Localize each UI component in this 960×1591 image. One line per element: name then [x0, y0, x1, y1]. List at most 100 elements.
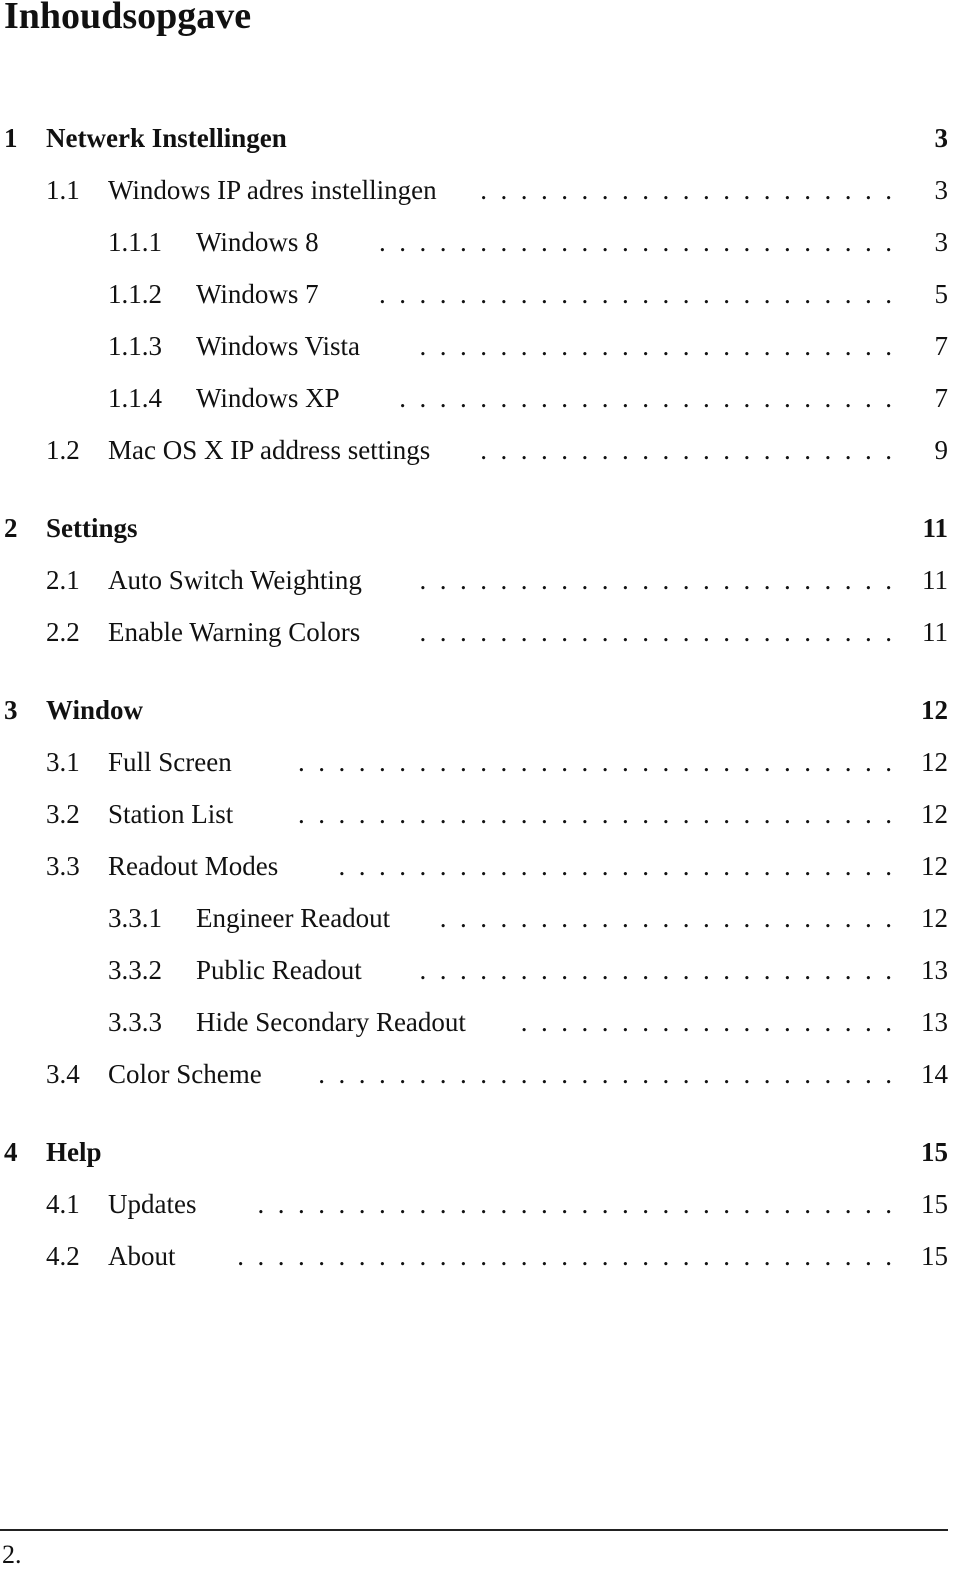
toc-entry-page-number[interactable]: 13	[921, 1007, 948, 1038]
toc-entry-number: 3.3.1	[108, 902, 162, 933]
toc-entry-page-number[interactable]: 15	[921, 1241, 948, 1272]
toc-entry-number: 4	[4, 1136, 18, 1167]
toc-entry-title[interactable]: Mac OS X IP address settings	[108, 435, 430, 466]
toc-dot-leader: . . . . . . . . . . . . . . . . . . . . …	[338, 850, 893, 881]
toc-section-entry[interactable]: 2.2 Enable Warning Colors . . . . . . . . …	[0, 606, 948, 658]
toc-entry-number: 3	[4, 694, 18, 725]
toc-entry-title[interactable]: Windows IP adres instellingen	[108, 175, 437, 206]
toc-entry-title[interactable]: Help	[46, 1137, 102, 1168]
page-title: Inhoudsopgave	[4, 0, 252, 37]
toc-entry-number: 1.1.3	[108, 330, 162, 361]
toc-entry-title[interactable]: Settings	[46, 513, 138, 544]
toc-entry-number: 1	[4, 122, 18, 153]
toc-entry-number: 2.2	[46, 616, 80, 647]
toc-dot-leader: . . . . . . . . . . . . . . . . . . . . …	[480, 174, 892, 205]
toc-entry-page-number[interactable]: 3	[935, 175, 949, 206]
toc-section-entry[interactable]: 4.2 About . . . . . . . . . . . . . . . . …	[0, 1230, 948, 1282]
toc-entry-title[interactable]: Readout Modes	[108, 851, 278, 882]
toc-section-entry[interactable]: 3.4 Color Scheme . . . . . . . . . . . . .…	[0, 1048, 948, 1100]
toc-dot-leader: . . . . . . . . . . . . . . . . . . . . …	[318, 1058, 892, 1089]
toc-subsection-entry[interactable]: 1.1.2 Windows 7 . . . . . . . . . . . . . …	[0, 268, 948, 320]
toc-entry-title[interactable]: Full Screen	[108, 747, 232, 778]
toc-entry-page-number[interactable]: 12	[921, 747, 948, 778]
toc-entry-title[interactable]: Netwerk Instellingen	[46, 123, 287, 154]
toc-section-entry[interactable]: 3.1 Full Screen . . . . . . . . . . . . . …	[0, 736, 948, 788]
toc-dot-leader: . . . . . . . . . . . . . . . . . . . . …	[419, 330, 893, 361]
toc-entry-page-number[interactable]: 14	[921, 1059, 948, 1090]
toc-entry-number: 1.2	[46, 434, 80, 465]
toc-chapter-entry[interactable]: 2 Settings 11	[0, 502, 948, 554]
toc-dot-leader: . . . . . . . . . . . . . . . . . . . . …	[237, 1240, 892, 1271]
toc-entry-page-number[interactable]: 12	[921, 851, 948, 882]
toc-entry-title[interactable]: About	[108, 1241, 176, 1272]
toc-entry-page-number[interactable]: 13	[921, 955, 948, 986]
toc-subsection-entry[interactable]: 1.1.1 Windows 8 . . . . . . . . . . . . . …	[0, 216, 948, 268]
toc-entry-number: 4.1	[46, 1188, 80, 1219]
toc-entry-number: 4.2	[46, 1240, 80, 1271]
toc-entry-number: 3.3.3	[108, 1006, 162, 1037]
toc-entry-number: 1.1.4	[108, 382, 162, 413]
toc-entry-page-number[interactable]: 15	[921, 1137, 948, 1168]
toc-entry-title[interactable]: Public Readout	[196, 955, 362, 986]
toc-entry-page-number[interactable]: 7	[935, 383, 949, 414]
toc-entry-number: 3.3	[46, 850, 80, 881]
table-of-contents: 1 Netwerk Instellingen 3 1.1 Windows IP adre…	[0, 112, 948, 1282]
toc-entry-title[interactable]: Window	[46, 695, 143, 726]
toc-dot-leader: . . . . . . . . . . . . . . . . . . . . …	[379, 278, 892, 309]
toc-chapter-entry[interactable]: 1 Netwerk Instellingen 3	[0, 112, 948, 164]
toc-chapter-entry[interactable]: 4 Help 15	[0, 1126, 948, 1178]
toc-dot-leader: . . . . . . . . . . . . . . . . . . . . …	[439, 902, 892, 933]
toc-entry-page-number[interactable]: 3	[935, 123, 949, 154]
toc-entry-number: 1.1.1	[108, 226, 162, 257]
toc-subsection-entry[interactable]: 3.3.3 Hide Secondary Readout . . . . . . .…	[0, 996, 948, 1048]
toc-section-entry[interactable]: 2.1 Auto Switch Weighting . . . . . . . . …	[0, 554, 948, 606]
toc-entry-page-number[interactable]: 9	[935, 435, 949, 466]
toc-entry-page-number[interactable]: 12	[921, 695, 948, 726]
toc-entry-number: 2.1	[46, 564, 80, 595]
toc-entry-number: 1.1	[46, 174, 80, 205]
toc-entry-page-number[interactable]: 12	[921, 799, 948, 830]
toc-entry-title[interactable]: Hide Secondary Readout	[196, 1007, 466, 1038]
footer-page-number: 2.	[2, 1540, 22, 1569]
toc-chapter-entry[interactable]: 3 Window 12	[0, 684, 948, 736]
toc-section-entry[interactable]: 3.2 Station List . . . . . . . . . . . . .…	[0, 788, 948, 840]
toc-entry-page-number[interactable]: 11	[922, 617, 948, 648]
toc-entry-page-number[interactable]: 11	[922, 513, 948, 544]
toc-entry-title[interactable]: Auto Switch Weighting	[108, 565, 362, 596]
toc-entry-number: 1.1.2	[108, 278, 162, 309]
toc-entry-page-number[interactable]: 11	[922, 565, 948, 596]
toc-entry-title[interactable]: Enable Warning Colors	[108, 617, 360, 648]
toc-section-entry[interactable]: 1.2 Mac OS X IP address settings . . . . .…	[0, 424, 948, 476]
toc-dot-leader: . . . . . . . . . . . . . . . . . . . . …	[419, 616, 893, 647]
toc-entry-number: 3.2	[46, 798, 80, 829]
toc-dot-leader: . . . . . . . . . . . . . . . . . . .	[520, 1006, 892, 1037]
toc-entry-page-number[interactable]: 5	[935, 279, 949, 310]
toc-entry-page-number[interactable]: 7	[935, 331, 949, 362]
toc-entry-page-number[interactable]: 3	[935, 227, 949, 258]
toc-dot-leader: . . . . . . . . . . . . . . . . . . . . …	[419, 564, 893, 595]
toc-dot-leader: . . . . . . . . . . . . . . . . . . . . …	[399, 382, 892, 413]
toc-entry-title[interactable]: Windows XP	[196, 383, 340, 414]
toc-entry-title[interactable]: Engineer Readout	[196, 903, 390, 934]
toc-entry-title[interactable]: Windows Vista	[196, 331, 360, 362]
toc-entry-number: 3.4	[46, 1058, 80, 1089]
toc-section-entry[interactable]: 4.1 Updates . . . . . . . . . . . . . . . …	[0, 1178, 948, 1230]
toc-dot-leader: . . . . . . . . . . . . . . . . . . . . …	[480, 434, 892, 465]
toc-subsection-entry[interactable]: 3.3.1 Engineer Readout . . . . . . . . . .…	[0, 892, 948, 944]
toc-entry-title[interactable]: Windows 8	[196, 227, 319, 258]
toc-subsection-entry[interactable]: 3.3.2 Public Readout . . . . . . . . . . .…	[0, 944, 948, 996]
toc-subsection-entry[interactable]: 1.1.4 Windows XP . . . . . . . . . . . . .…	[0, 372, 948, 424]
footer-divider	[0, 1529, 948, 1531]
toc-entry-number: 2	[4, 512, 18, 543]
toc-entry-title[interactable]: Station List	[108, 799, 233, 830]
toc-section-entry[interactable]: 1.1 Windows IP adres instellingen . . . . …	[0, 164, 948, 216]
toc-dot-leader: . . . . . . . . . . . . . . . . . . . . …	[298, 798, 892, 829]
toc-subsection-entry[interactable]: 1.1.3 Windows Vista . . . . . . . . . . . …	[0, 320, 948, 372]
toc-entry-title[interactable]: Windows 7	[196, 279, 319, 310]
toc-entry-title[interactable]: Updates	[108, 1189, 196, 1220]
toc-entry-page-number[interactable]: 12	[921, 903, 948, 934]
toc-dot-leader: . . . . . . . . . . . . . . . . . . . . …	[298, 746, 892, 777]
toc-entry-page-number[interactable]: 15	[921, 1189, 948, 1220]
toc-entry-title[interactable]: Color Scheme	[108, 1059, 262, 1090]
toc-section-entry[interactable]: 3.3 Readout Modes . . . . . . . . . . . . …	[0, 840, 948, 892]
